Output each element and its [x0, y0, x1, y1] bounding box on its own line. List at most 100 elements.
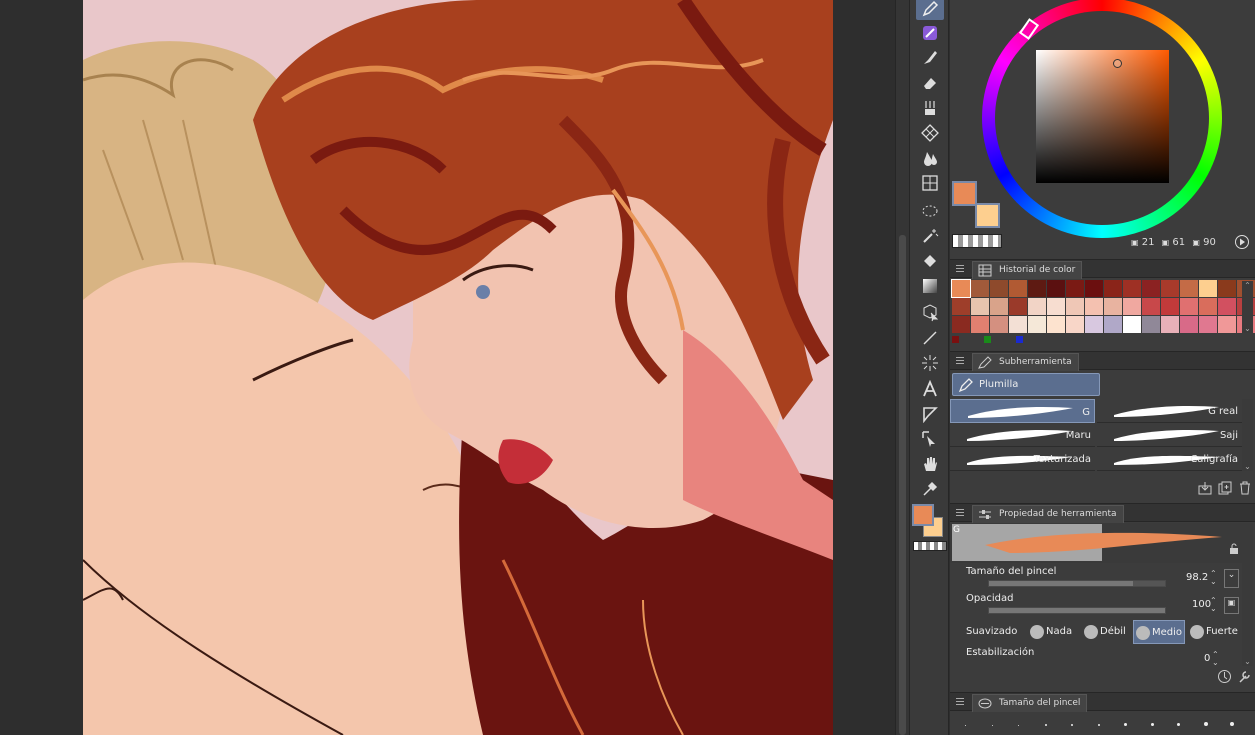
- brush-size-preset[interactable]: [1203, 722, 1208, 726]
- gradient-icon[interactable]: [916, 275, 944, 297]
- color-history-swatch[interactable]: [1142, 280, 1160, 297]
- color-history-swatch[interactable]: [1009, 280, 1027, 297]
- balloon-icon[interactable]: [916, 403, 944, 425]
- color-history-swatch[interactable]: [1047, 316, 1065, 333]
- color-history-swatch[interactable]: [1104, 280, 1122, 297]
- tab-tool-property[interactable]: Propiedad de herramienta: [972, 505, 1124, 523]
- brush-item[interactable]: G real: [1097, 399, 1242, 423]
- toolbar-transparent-swatch[interactable]: [913, 541, 947, 551]
- pen-tool-icon[interactable]: [916, 0, 944, 20]
- color-history-swatch[interactable]: [1218, 280, 1236, 297]
- color-history-swatch[interactable]: [951, 279, 971, 298]
- tab-subtool[interactable]: Subherramienta: [972, 353, 1079, 371]
- panel-menu-grip-icon[interactable]: [956, 698, 964, 705]
- scroll-down-icon[interactable]: ⌄: [1242, 657, 1253, 666]
- color-history-swatch[interactable]: [1199, 298, 1217, 315]
- eraser-icon[interactable]: [916, 72, 944, 94]
- color-history-swatch[interactable]: [1009, 298, 1027, 315]
- brush-item[interactable]: Caligrafía: [1097, 447, 1242, 471]
- brush-item[interactable]: G: [950, 399, 1095, 423]
- color-history-swatch[interactable]: [1009, 316, 1027, 333]
- brush-size-slider[interactable]: [988, 580, 1166, 587]
- tool-property-scrollbar[interactable]: ⌄: [1242, 523, 1253, 666]
- pattern-icon[interactable]: [916, 122, 944, 144]
- color-history-swatch[interactable]: [1047, 280, 1065, 297]
- color-history-swatch[interactable]: [1028, 316, 1046, 333]
- fill-bucket-icon[interactable]: [916, 250, 944, 272]
- stabilization-stepper[interactable]: ⌃ ⌄: [1212, 651, 1219, 667]
- color-history-swatch[interactable]: [1028, 298, 1046, 315]
- color-history-swatch[interactable]: [1142, 316, 1160, 333]
- color-history-swatch[interactable]: [1161, 316, 1179, 333]
- text-icon[interactable]: [916, 378, 944, 400]
- canvas-area[interactable]: [0, 0, 895, 735]
- color-history-swatch[interactable]: [1161, 298, 1179, 315]
- color-history-swatch[interactable]: [1218, 316, 1236, 333]
- color-history-swatch[interactable]: [1066, 316, 1084, 333]
- brush-size-preset[interactable]: [1018, 725, 1019, 726]
- line-icon[interactable]: [916, 327, 944, 349]
- color-history-swatch[interactable]: [1104, 298, 1122, 315]
- color-history-swatch[interactable]: [1085, 298, 1103, 315]
- toolbar-main-color-swatch[interactable]: [912, 504, 934, 526]
- tab-brush-size[interactable]: Tamaño del pincel: [972, 694, 1088, 712]
- color-history-scrollbar[interactable]: ⌃ ⌄: [1242, 281, 1253, 333]
- wrench-icon[interactable]: [1237, 669, 1252, 687]
- color-history-swatch[interactable]: [1142, 298, 1160, 315]
- small-color-swatch[interactable]: [952, 336, 959, 343]
- opacity-stepper[interactable]: ⌃ ⌄: [1210, 597, 1217, 613]
- color-history-swatch[interactable]: [1180, 298, 1198, 315]
- lock-icon[interactable]: [1228, 543, 1240, 558]
- brush-list-scrollbar[interactable]: ⌄: [1242, 399, 1253, 471]
- eyedropper-icon[interactable]: [916, 478, 944, 500]
- color-history-swatch[interactable]: [952, 298, 970, 315]
- brush-size-preset[interactable]: [1044, 724, 1047, 726]
- opacity-slider[interactable]: [988, 607, 1166, 614]
- color-history-swatch[interactable]: [1199, 280, 1217, 297]
- color-history-swatch[interactable]: [1066, 298, 1084, 315]
- color-history-swatch[interactable]: [1066, 280, 1084, 297]
- smoothing-option[interactable]: Medio: [1133, 620, 1185, 644]
- correct-line-icon[interactable]: [916, 428, 944, 450]
- panel-menu-grip-icon[interactable]: [956, 265, 964, 272]
- brush-size-preset[interactable]: [1071, 724, 1073, 726]
- canvas-vertical-scrollbar[interactable]: [895, 0, 909, 735]
- brush-size-preset[interactable]: [991, 725, 993, 726]
- color-history-swatch[interactable]: [1085, 280, 1103, 297]
- color-history-swatch[interactable]: [1028, 280, 1046, 297]
- color-history-swatch[interactable]: [1047, 298, 1065, 315]
- brush-size-expand-icon[interactable]: ⌄: [1224, 569, 1239, 588]
- scroll-up-icon[interactable]: ⌃: [1242, 281, 1253, 290]
- color-history-swatch[interactable]: [1123, 280, 1141, 297]
- lasso-icon[interactable]: [916, 200, 944, 222]
- scrollbar-thumb[interactable]: [899, 235, 906, 735]
- color-history-swatch[interactable]: [990, 298, 1008, 315]
- color-history-swatch[interactable]: [990, 316, 1008, 333]
- brush-size-preset[interactable]: [1150, 723, 1154, 726]
- small-color-swatch[interactable]: [984, 336, 991, 343]
- saturation-value-square[interactable]: [1036, 50, 1169, 183]
- tab-color-history[interactable]: Historial de color: [972, 261, 1083, 279]
- color-history-swatch[interactable]: [1123, 316, 1141, 333]
- brush-size-stepper[interactable]: ⌃ ⌄: [1210, 570, 1217, 586]
- color-history-swatch[interactable]: [1180, 280, 1198, 297]
- move-layer-icon[interactable]: [916, 302, 944, 324]
- color-history-swatch[interactable]: [1085, 316, 1103, 333]
- color-history-swatch[interactable]: [971, 298, 989, 315]
- brush-item[interactable]: Maru: [950, 423, 1095, 447]
- small-color-swatch[interactable]: [1016, 336, 1023, 343]
- color-history-swatch[interactable]: [990, 280, 1008, 297]
- scroll-down-icon[interactable]: ⌄: [1242, 324, 1253, 333]
- import-subtool-icon[interactable]: [1198, 481, 1212, 498]
- brush-size-preset[interactable]: [965, 725, 966, 726]
- water-drop-icon[interactable]: [916, 147, 944, 169]
- brush-icon[interactable]: [916, 47, 944, 69]
- smoothing-option[interactable]: Fuerte: [1188, 620, 1238, 644]
- artwork-canvas[interactable]: [83, 0, 833, 735]
- color-history-swatch[interactable]: [971, 280, 989, 297]
- subtool-group-plumilla[interactable]: Plumilla: [952, 373, 1100, 396]
- color-mode-toggle-icon[interactable]: [1234, 234, 1250, 253]
- color-history-swatch[interactable]: [1180, 316, 1198, 333]
- sv-picker-marker[interactable]: [1113, 59, 1122, 68]
- color-history-swatch[interactable]: [1123, 298, 1141, 315]
